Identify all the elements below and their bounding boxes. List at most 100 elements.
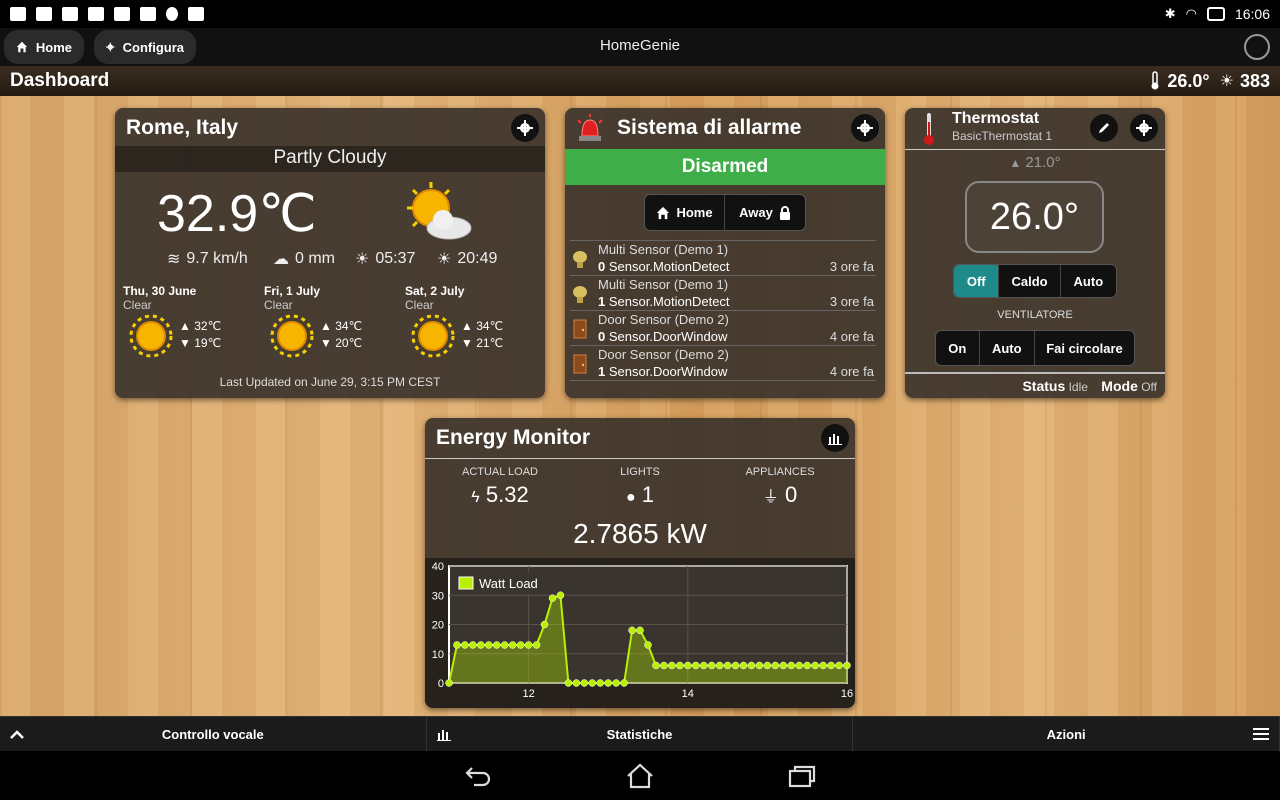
data-point — [715, 661, 724, 670]
configure-button[interactable]: Configura — [94, 30, 196, 64]
rain-info: ☁ 0 mm — [273, 249, 335, 269]
data-point — [500, 641, 509, 649]
photo-notification-icon — [62, 7, 78, 21]
data-point — [763, 661, 772, 670]
forecast-day: Fri, 1 July Clear ▲ 34℃ ▼ 20℃ — [264, 284, 404, 358]
mode-auto-button[interactable]: Auto — [1061, 265, 1116, 297]
sun-icon — [129, 314, 173, 358]
list-item[interactable]: Multi Sensor (Demo 1) 0 Sensor.MotionDet… — [570, 241, 876, 276]
data-point — [604, 679, 612, 687]
status-label: Status — [1022, 378, 1066, 394]
alarm-title: Sistema di allarme — [617, 116, 802, 139]
lights-label: LIGHTS — [620, 466, 660, 478]
home-button[interactable]: Home — [4, 30, 84, 64]
lights-count: LIGHTS ● 1 — [565, 466, 715, 508]
wind-icon: ≋ — [167, 251, 181, 268]
thermostat-title: Thermostat — [952, 110, 1040, 127]
bluetooth-icon: ✱ — [1164, 6, 1176, 21]
statistics-label: Statistiche — [606, 726, 673, 742]
event-parameter: Sensor.DoorWindow — [608, 329, 728, 344]
watt-load-chart: 0 10 20 30 40 12 14 16 Watt Load — [425, 558, 855, 708]
legend-swatch — [458, 576, 474, 590]
home-icon — [627, 763, 653, 789]
wind-speed: 9.7 km/h — [186, 250, 248, 267]
weather-location: Rome, Italy — [126, 116, 239, 139]
data-point — [676, 661, 684, 670]
event-device-name: Multi Sensor (Demo 1) — [598, 277, 729, 292]
thermostat-settings-button[interactable] — [1130, 114, 1158, 142]
data-point — [453, 641, 461, 649]
forecast-high: 32℃ — [194, 319, 222, 333]
x-tick-label: 16 — [841, 688, 853, 700]
list-menu-icon — [1253, 727, 1270, 741]
thermostat-subtitle: BasicThermostat 1 — [952, 129, 1053, 143]
forecast-high: 34℃ — [335, 319, 363, 333]
y-tick-label: 10 — [432, 649, 444, 661]
data-point — [684, 661, 692, 670]
status-value: Idle — [1068, 380, 1088, 394]
setpoint-display[interactable]: 26.0° — [965, 181, 1104, 253]
alarm-settings-button[interactable] — [851, 114, 879, 142]
list-item[interactable]: Door Sensor (Demo 2) 1 Sensor.DoorWindow… — [570, 346, 876, 381]
like-notification-icon — [10, 7, 26, 21]
thermostat-status: Status Idle Mode Off — [905, 372, 1165, 394]
fan-mode-buttons: On Auto Fai circolare — [935, 330, 1135, 366]
arm-away-label: Away — [739, 205, 773, 220]
forecast-day: Sat, 2 July Clear ▲ 34℃ ▼ 21℃ — [405, 284, 545, 358]
fan-circulate-button[interactable]: Fai circolare — [1035, 331, 1134, 365]
recent-apps-button[interactable] — [787, 761, 817, 791]
fan-auto-button[interactable]: Auto — [980, 331, 1035, 365]
fan-on-button[interactable]: On — [936, 331, 980, 365]
data-point — [516, 641, 525, 649]
motion-sensor-icon — [573, 286, 587, 303]
data-point — [787, 661, 796, 670]
rain-cloud-icon: ☁ — [273, 251, 289, 268]
forecast-description: Clear — [405, 298, 434, 312]
drop-notification-icon — [166, 7, 178, 21]
back-icon — [465, 767, 491, 787]
data-point — [739, 661, 748, 670]
watt-load-chart-svg: 0 10 20 30 40 12 14 16 Watt Load — [432, 561, 853, 700]
sunset-icon: ☀ — [437, 251, 452, 268]
list-item[interactable]: Door Sensor (Demo 2) 0 Sensor.DoorWindow… — [570, 311, 876, 346]
actions-button[interactable]: Azioni — [853, 717, 1280, 751]
chevron-up-icon — [10, 729, 24, 739]
energy-stats-button[interactable] — [821, 424, 849, 452]
battery-icon — [1206, 7, 1225, 21]
arm-away-button[interactable]: Away — [725, 195, 805, 230]
home-icon — [16, 41, 28, 53]
facebook-notification-icon — [36, 7, 52, 21]
data-point — [827, 661, 835, 670]
bar-chart-icon — [436, 727, 451, 741]
clock: 16:06 — [1234, 6, 1270, 22]
appliances-label: APPLIANCES — [745, 466, 815, 478]
data-point — [620, 679, 628, 687]
data-point — [596, 679, 604, 687]
voice-control-button[interactable]: Controllo vocale — [0, 717, 427, 751]
wind-info: ≋ 9.7 km/h — [167, 249, 248, 269]
wifi-icon: ◠ — [1185, 6, 1197, 21]
sunrise-icon: ☀ — [355, 251, 370, 268]
data-point — [588, 679, 597, 687]
home-nav-button[interactable] — [625, 761, 655, 791]
arm-home-button[interactable]: Home — [645, 195, 725, 230]
statistics-button[interactable]: Statistiche — [427, 717, 854, 751]
forecast-low: 21℃ — [476, 336, 504, 350]
home-button-label: Home — [35, 39, 72, 55]
mode-off-button[interactable]: Off — [954, 265, 1000, 297]
event-value: 1 — [598, 364, 606, 379]
app-logo — [1244, 34, 1270, 60]
weather-settings-button[interactable] — [511, 114, 539, 142]
thermostat-edit-button[interactable] — [1090, 114, 1118, 142]
event-time: 4 ore fa — [829, 329, 874, 344]
sunrise-info: ☀ 05:37 — [355, 249, 415, 269]
list-item[interactable]: Multi Sensor (Demo 1) 1 Sensor.MotionDet… — [570, 276, 876, 311]
sun-icon — [411, 314, 455, 358]
appliances-value: 0 — [784, 482, 798, 507]
event-time: 3 ore fa — [829, 294, 874, 309]
back-button[interactable] — [463, 761, 493, 791]
data-point — [556, 591, 565, 599]
data-point — [445, 679, 453, 687]
mode-heat-button[interactable]: Caldo — [999, 265, 1061, 297]
current-temperature: ▲ 21.0° — [905, 154, 1165, 171]
